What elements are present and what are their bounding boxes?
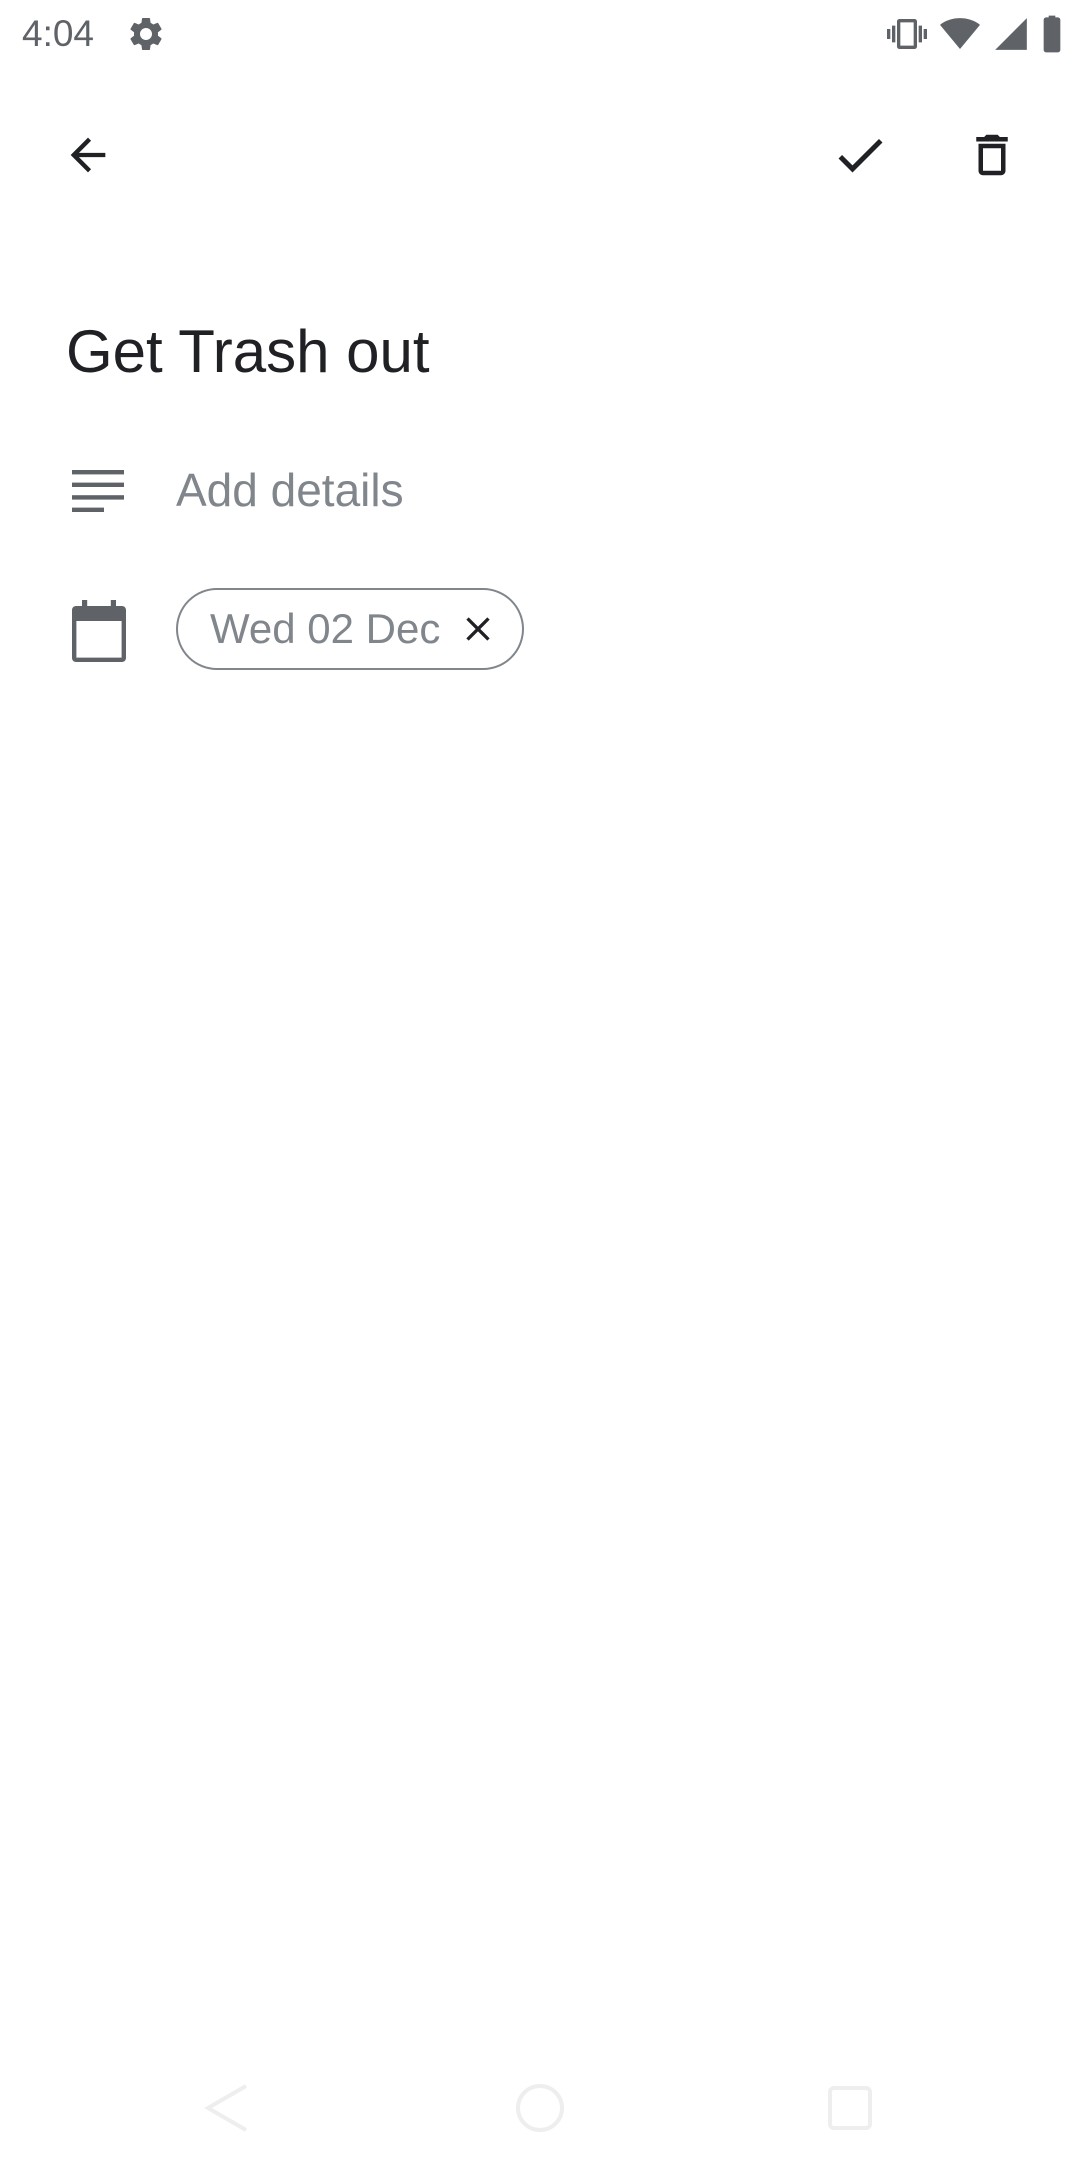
cell-signal-icon [995,18,1027,50]
status-icons [886,14,1064,54]
delete-icon [976,134,1008,176]
battery-icon [1043,15,1061,53]
wifi-icon [940,18,980,49]
check-icon [838,138,883,173]
vibrate-icon [887,19,927,49]
clear-date-button[interactable] [454,605,502,653]
back-button[interactable] [40,107,136,203]
task-title-field[interactable]: Get Trash out [66,312,430,392]
system-nav-bar [0,2056,1080,2160]
delete-button[interactable] [944,107,1040,203]
details-row: Add details [0,450,1080,530]
due-date-label: Wed 02 Dec [210,605,441,652]
status-time: 4:04 [22,13,95,54]
nav-home-icon[interactable] [510,2078,570,2138]
app-bar [0,100,1080,210]
calendar-icon [72,600,126,662]
close-icon [466,617,490,641]
settings-gear-icon [130,17,162,50]
due-date-row: Wed 02 Dec [0,584,1080,680]
mark-complete-button[interactable] [812,107,908,203]
status-bar: 4:04 [0,0,1080,68]
details-input[interactable]: Add details [176,458,996,522]
due-date-chip[interactable]: Wed 02 Dec [176,588,524,670]
task-edit-screen: 4:04 Get Trash out Add details Wed 02 De… [0,0,1080,2160]
details-lines-icon [72,470,124,512]
back-arrow-icon [70,137,106,173]
nav-back-icon[interactable] [196,2078,256,2138]
nav-recents-icon[interactable] [820,2078,880,2138]
